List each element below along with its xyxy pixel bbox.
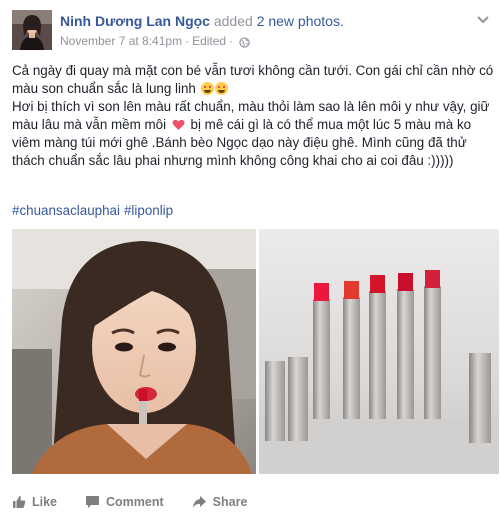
post-card: Ninh Dương Lan Ngọc added 2 new photos. …	[0, 0, 500, 517]
post-timestamp[interactable]: November 7 at 8:41pm	[60, 33, 182, 49]
share-button[interactable]: Share	[192, 495, 248, 509]
author-avatar[interactable]	[12, 10, 52, 50]
photo-lipsticks[interactable]	[259, 229, 499, 474]
post-paragraph: Cả ngày đi quay mà mặt con bé vẫn tươi k…	[12, 62, 494, 98]
share-label: Share	[212, 495, 248, 509]
like-button[interactable]: Like	[12, 495, 57, 509]
heart-eyes-emoji-icon	[214, 82, 228, 95]
action-prefix: added	[213, 13, 253, 29]
share-icon	[192, 496, 206, 508]
comment-button[interactable]: Comment	[85, 495, 164, 509]
heart-emoji-icon	[172, 118, 185, 130]
post-meta: November 7 at 8:41pm · Edited ·	[60, 33, 250, 49]
post-header: Ninh Dương Lan Ngọc added 2 new photos.	[60, 12, 344, 30]
globe-icon[interactable]	[239, 36, 250, 48]
post-action-bar: Like Comment Share	[0, 488, 500, 516]
photo-selfie[interactable]	[12, 229, 256, 474]
author-name[interactable]: Ninh Dương Lan Ngọc	[60, 13, 210, 29]
action-photo-count[interactable]: 2 new photos.	[257, 13, 344, 29]
hashtag-link[interactable]: #liponlip	[124, 203, 173, 218]
heart-eyes-emoji-icon	[200, 82, 214, 95]
thumbs-up-icon	[13, 496, 26, 508]
post-paragraph: Hơi bị thích vì son lên màu rất chuẩn, m…	[12, 98, 494, 170]
post-options-chevron-icon[interactable]	[476, 12, 490, 24]
post-text-line-1: Cả ngày đi quay mà mặt con bé vẫn tươi k…	[12, 63, 494, 96]
like-label: Like	[32, 495, 58, 509]
meta-separator: ·	[185, 34, 190, 48]
hashtag-list: #chuansaclauphai #liponlip	[12, 202, 177, 220]
hashtag-link[interactable]: #chuansaclauphai	[12, 203, 120, 218]
comment-label: Comment	[106, 495, 164, 509]
meta-separator: ·	[229, 34, 234, 48]
edited-label[interactable]: Edited	[192, 33, 226, 49]
post-action: added 2 new photos.	[214, 13, 344, 29]
comment-icon	[86, 496, 100, 508]
post-body: Cả ngày đi quay mà mặt con bé vẫn tươi k…	[12, 62, 494, 170]
